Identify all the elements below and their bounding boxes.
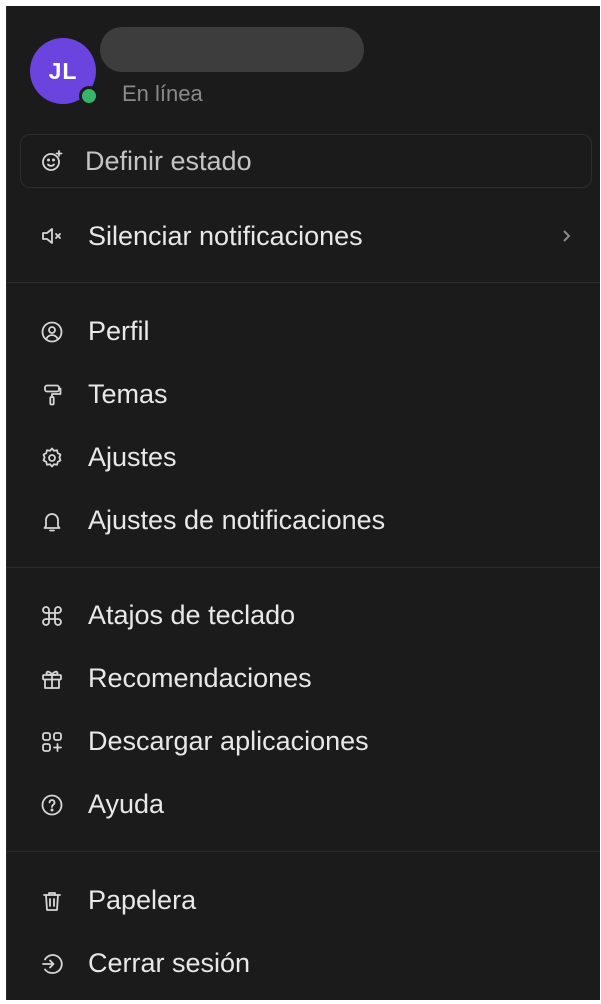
presence-indicator bbox=[79, 86, 99, 106]
menu-item-label: Ajustes bbox=[88, 442, 177, 472]
speaker-mute-icon bbox=[40, 224, 64, 248]
menu-item-help[interactable]: Ayuda bbox=[7, 773, 600, 836]
menu-item-themes[interactable]: Temas bbox=[7, 363, 600, 426]
menu-item-label: Cerrar sesión bbox=[88, 948, 251, 978]
menu-item-label: Recomendaciones bbox=[88, 663, 312, 693]
bell-icon bbox=[40, 509, 64, 533]
menu-item-label: Perfil bbox=[88, 316, 150, 346]
gift-icon bbox=[40, 667, 64, 691]
gear-icon bbox=[40, 446, 64, 470]
mute-notifications-item[interactable]: Silenciar notificaciones bbox=[7, 188, 600, 284]
menu-item-download-apps[interactable]: Descargar aplicaciones bbox=[7, 710, 600, 773]
avatar-initials: JL bbox=[48, 57, 78, 84]
menu-item-profile[interactable]: Perfil bbox=[7, 300, 600, 363]
set-status-label: Definir estado bbox=[85, 145, 252, 176]
menu-item-recommendations[interactable]: Recomendaciones bbox=[7, 647, 600, 710]
menu-item-label: Ayuda bbox=[88, 789, 165, 819]
menu-item-trash[interactable]: Papelera bbox=[7, 869, 600, 932]
menu-item-label: Ajustes de notificaciones bbox=[88, 505, 386, 535]
mute-notifications-label: Silenciar notificaciones bbox=[88, 220, 363, 251]
help-circle-icon bbox=[40, 793, 64, 817]
menu-item-label: Papelera bbox=[88, 885, 197, 915]
profile-header: JL En línea bbox=[7, 6, 600, 128]
menu-item-settings[interactable]: Ajustes bbox=[7, 426, 600, 489]
paint-roller-icon bbox=[40, 383, 64, 407]
presence-status-text: En línea bbox=[122, 81, 203, 106]
profile-icon bbox=[40, 320, 64, 344]
emoji-add-icon bbox=[40, 149, 64, 173]
menu-item-keyboard-shortcuts[interactable]: Atajos de teclado bbox=[7, 584, 600, 647]
account-menu: JL En línea Definir estado Silenciar not… bbox=[6, 6, 600, 1000]
menu-item-label: Atajos de teclado bbox=[88, 600, 296, 630]
menu-item-notification-settings[interactable]: Ajustes de notificaciones bbox=[7, 489, 600, 552]
trash-icon bbox=[40, 889, 64, 913]
logout-icon bbox=[40, 952, 64, 976]
set-status-button[interactable]: Definir estado bbox=[20, 134, 592, 188]
chevron-right-icon bbox=[558, 228, 574, 244]
command-key-icon bbox=[40, 604, 64, 628]
menu-item-sign-out[interactable]: Cerrar sesión bbox=[7, 932, 600, 995]
menu-item-label: Temas bbox=[88, 379, 168, 409]
apps-add-icon bbox=[40, 730, 64, 754]
user-name-redacted bbox=[100, 27, 364, 72]
menu-item-label: Descargar aplicaciones bbox=[88, 726, 369, 756]
